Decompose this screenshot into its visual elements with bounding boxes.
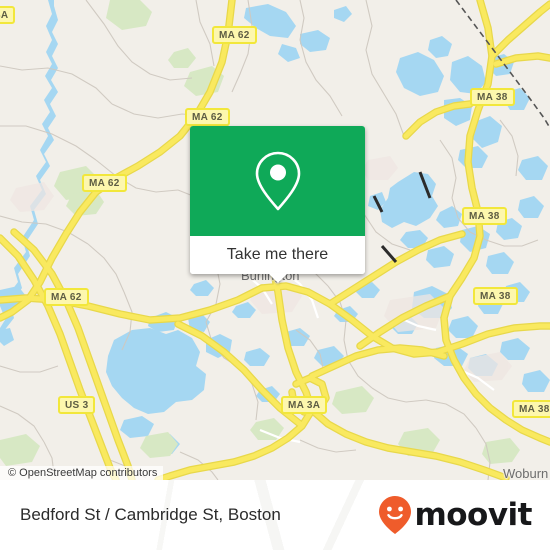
location-popup-card[interactable]: Take me there [190,126,365,283]
route-shield-us3: US 3 [58,396,96,414]
street-name-label: Bedford St / Cambridge St, Boston [20,505,281,524]
popup-icon-area [190,126,365,236]
moovit-logo[interactable]: moovit [378,495,532,535]
route-shield-ma38: MA 38 [470,88,515,106]
route-shield-ma62: MA 62 [212,26,257,44]
route-shield-3a: 3A [0,6,16,24]
map-pin-icon [255,151,300,211]
place-label-woburn: Woburn [503,466,549,480]
map-screen: Burlington Woburn 3A MA 62 MA 62 MA 62 M… [0,0,550,550]
popup-pointer-tail [267,273,288,283]
route-shield-ma38: MA 38 [512,400,550,418]
moovit-wordmark: moovit [414,496,532,533]
route-shield-ma62: MA 62 [185,108,230,126]
route-shield-ma38: MA 38 [462,207,507,225]
route-shield-ma3a: MA 3A [281,396,328,414]
route-shield-ma62: MA 62 [82,174,127,192]
map-canvas[interactable]: Burlington Woburn 3A MA 62 MA 62 MA 62 M… [0,0,550,480]
route-shield-ma62: MA 62 [44,288,89,306]
route-shield-ma38: MA 38 [473,287,518,305]
bottom-info-bar: Bedford St / Cambridge St, Boston moovit [0,480,550,550]
take-me-there-label: Take me there [226,246,329,263]
moovit-pin-smile-icon [379,496,412,534]
osm-attribution[interactable]: © OpenStreetMap contributors [0,466,164,480]
popup-action-area[interactable]: Take me there [190,236,365,283]
